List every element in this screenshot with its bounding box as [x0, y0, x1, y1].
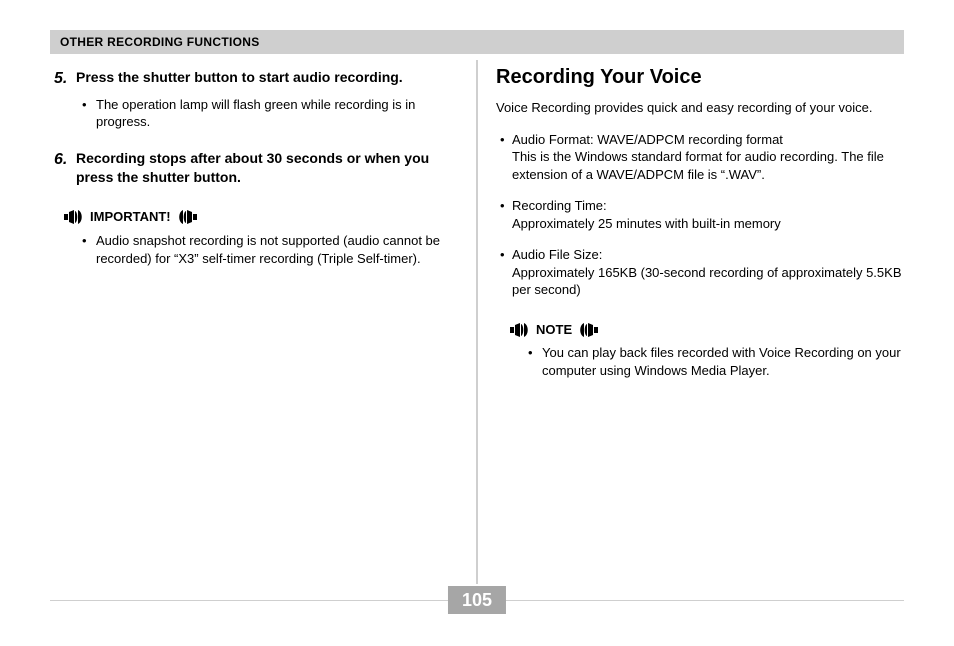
- content-columns: 5. Press the shutter button to start aud…: [50, 60, 904, 584]
- section-header-text: OTHER RECORDING FUNCTIONS: [60, 35, 260, 49]
- section-header: OTHER RECORDING FUNCTIONS: [50, 30, 904, 54]
- step-6: 6. Recording stops after about 30 second…: [54, 149, 458, 187]
- step-5-bullets: The operation lamp will flash green whil…: [82, 96, 458, 131]
- indicator-left-icon: [177, 210, 197, 224]
- important-callout: IMPORTANT! Audio snapshot recording is n…: [54, 208, 458, 267]
- indicator-right-icon: [64, 210, 84, 224]
- note-label: NOTE: [536, 321, 572, 339]
- manual-page: OTHER RECORDING FUNCTIONS 5. Press the s…: [0, 0, 954, 646]
- info-list: Audio Format: WAVE/ADPCM recording forma…: [496, 131, 904, 299]
- page-number-badge: 105: [448, 586, 506, 614]
- intro-paragraph: Voice Recording provides quick and easy …: [496, 99, 904, 117]
- info-item: Audio File Size: Approximately 165KB (30…: [500, 246, 904, 299]
- step-5-bullet: The operation lamp will flash green whil…: [82, 96, 458, 131]
- info-item: Recording Time: Approximately 25 minutes…: [500, 197, 904, 232]
- indicator-right-icon: [510, 323, 530, 337]
- info-item: Audio Format: WAVE/ADPCM recording forma…: [500, 131, 904, 184]
- step-text: Recording stops after about 30 seconds o…: [76, 149, 458, 187]
- note-callout: NOTE You can play back files recorded wi…: [500, 321, 904, 380]
- important-bullets: Audio snapshot recording is not supporte…: [82, 232, 458, 267]
- step-number: 6.: [54, 149, 76, 171]
- indicator-left-icon: [578, 323, 598, 337]
- step-5: 5. Press the shutter button to start aud…: [54, 68, 458, 131]
- step-number: 5.: [54, 68, 76, 90]
- note-bullet: You can play back files recorded with Vo…: [528, 344, 904, 379]
- left-column: 5. Press the shutter button to start aud…: [50, 60, 476, 584]
- step-text: Press the shutter button to start audio …: [76, 68, 403, 87]
- important-bullet: Audio snapshot recording is not supporte…: [82, 232, 458, 267]
- page-number: 105: [462, 590, 492, 610]
- important-label: IMPORTANT!: [90, 208, 171, 226]
- note-bullets: You can play back files recorded with Vo…: [528, 344, 904, 379]
- subsection-heading: Recording Your Voice: [496, 64, 904, 91]
- right-column: Recording Your Voice Voice Recording pro…: [478, 60, 904, 584]
